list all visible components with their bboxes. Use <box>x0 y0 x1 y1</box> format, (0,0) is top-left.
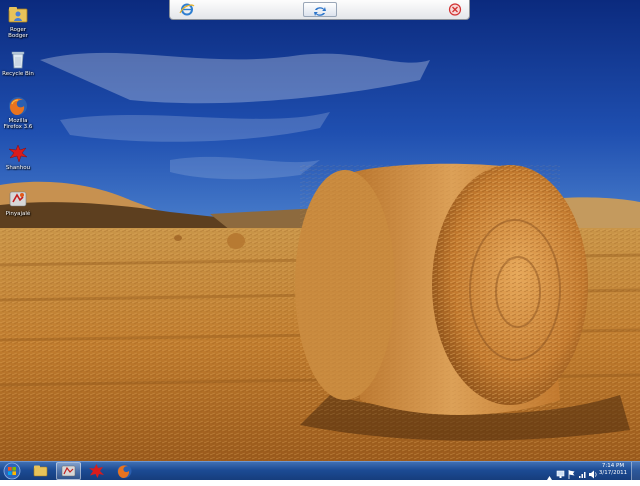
desktop-icon-shanhou[interactable]: Shanhou <box>0 142 36 171</box>
ie-icon <box>176 2 198 21</box>
red-splat-icon <box>84 464 109 484</box>
taskbar-windows-explorer[interactable] <box>28 462 53 480</box>
firefox-icon <box>7 95 29 117</box>
open-app-icon <box>57 464 80 483</box>
taskbar-clock[interactable]: 7:14 PM 3/17/2011 <box>598 463 628 477</box>
show-desktop-button[interactable] <box>631 462 640 480</box>
desktop-icon-label: Shanhou <box>5 165 31 171</box>
taskbar-open-app[interactable] <box>56 462 81 480</box>
refresh-button[interactable] <box>303 2 337 17</box>
desktop-icon-label: Recycle Bin <box>2 71 34 77</box>
desktop-icon-recycle-bin[interactable]: Recycle Bin <box>0 48 36 77</box>
firefox-icon <box>112 464 137 484</box>
action-center-flag-icon[interactable] <box>567 465 576 484</box>
windows-start-orb-icon <box>0 462 24 484</box>
desktop-icon-label: Pinyajalé <box>5 211 31 217</box>
network-icon[interactable] <box>556 465 565 484</box>
show-hidden-icons-arrow[interactable] <box>546 467 553 486</box>
clock-time: 7:14 PM <box>601 463 625 469</box>
app-shortcut-icon <box>7 188 29 210</box>
signal-icon[interactable] <box>578 465 587 484</box>
remote-session-toolbar <box>169 0 470 20</box>
refresh-icon <box>304 3 336 22</box>
folder-user-icon <box>7 4 29 26</box>
start-button[interactable] <box>0 462 24 480</box>
taskbar-firefox[interactable] <box>112 462 137 480</box>
desktop-icon-firefox[interactable]: Mozilla Firefox 3.6 <box>0 95 36 130</box>
ie-button[interactable] <box>176 2 198 17</box>
taskbar: 7:14 PM 3/17/2011 <box>0 461 640 480</box>
windows-explorer-icon <box>28 465 53 484</box>
close-icon <box>447 2 463 21</box>
close-session-button[interactable] <box>447 2 463 17</box>
hay-bale-wallpaper <box>0 0 640 461</box>
volume-icon[interactable] <box>588 465 598 484</box>
system-tray <box>546 464 598 480</box>
desktop-icon-label: Roger Bodger <box>8 27 28 39</box>
recycle-bin-icon <box>7 48 29 70</box>
clock-date: 3/17/2011 <box>598 470 628 476</box>
desktop-icon-label: Mozilla Firefox 3.6 <box>3 118 33 130</box>
taskbar-shanhou[interactable] <box>84 462 109 480</box>
desktop[interactable]: Roger Bodger Recycle Bin Mozilla Firefox… <box>0 0 640 461</box>
red-splat-icon <box>7 142 29 164</box>
desktop-icon-app[interactable]: Pinyajalé <box>0 188 36 217</box>
desktop-icon-user-folder[interactable]: Roger Bodger <box>0 4 36 39</box>
